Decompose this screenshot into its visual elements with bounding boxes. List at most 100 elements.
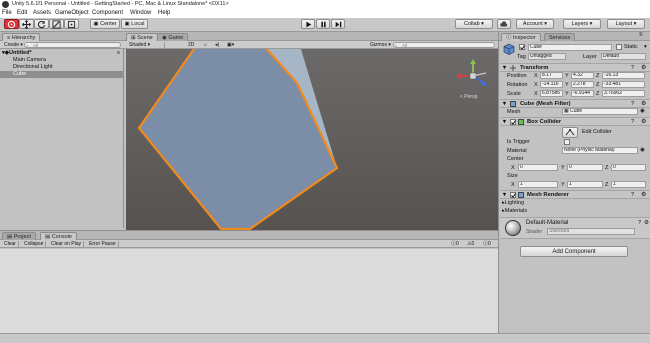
mesh-renderer-enabled-checkbox[interactable] [510,192,516,198]
static-checkbox[interactable] [616,44,622,50]
menu-gameobject[interactable]: GameObject [55,10,89,16]
cloud-button[interactable] [497,19,511,29]
object-picker-icon[interactable]: ◉ [640,147,645,153]
lighting-toggle-icon[interactable]: ☼ [201,42,210,48]
mesh-field[interactable]: ▦ Cube [562,108,638,115]
transform-header[interactable]: ▾ Transform ? ⚙ [500,63,650,72]
scene-options-icon[interactable]: ≡ [117,50,120,57]
tab-services[interactable]: Services [544,33,576,41]
hierarchy-item-cube[interactable]: Cube [0,71,123,78]
gear-icon[interactable]: ⚙ [641,100,646,108]
effects-toggle-icon[interactable]: ▣▾ [225,42,236,48]
perspective-label[interactable]: < Persp [460,94,477,100]
clear-button[interactable]: Clear [2,241,19,247]
shading-mode-dropdown[interactable]: Shaded ▾ [127,42,165,48]
scene-search-input[interactable]: All [393,42,495,48]
collapse-button[interactable]: Collapse [22,241,47,247]
help-icon[interactable]: ? [638,220,641,226]
mesh-filter-header[interactable]: ▾ Cube (Mesh Filter) ? ⚙ [500,99,650,108]
step-button[interactable] [331,19,345,29]
hand-tool-button[interactable] [4,19,19,29]
lighting-foldout[interactable]: ▸Lighting [502,200,524,206]
gear-icon[interactable]: ⚙ [644,220,649,226]
audio-toggle-icon[interactable]: ◂) [213,42,221,48]
collab-button[interactable]: Collab ▾ [455,19,493,29]
static-dropdown-icon[interactable]: ▾ [644,44,647,50]
center-y-field[interactable]: 0 [567,164,603,171]
box-collider-enabled-checkbox[interactable] [510,119,516,125]
size-x-field[interactable]: 1 [518,181,558,188]
position-x-field[interactable]: 8.17 [540,72,563,79]
hierarchy-item-main-camera[interactable]: Main Camera [0,57,123,64]
console-log-area[interactable] [0,249,498,334]
help-icon[interactable]: ? [631,191,634,199]
center-z-field[interactable]: 0 [611,164,646,171]
scale-x-field[interactable]: 6.87586 [540,90,563,97]
hierarchy-item-directional-light[interactable]: Directional Light [0,64,123,71]
add-component-button[interactable]: Add Component [520,246,628,257]
pivot-space-toggle[interactable]: ▣ Local [121,19,148,29]
scale-y-field[interactable]: -6.9144 [571,90,594,97]
position-z-field[interactable]: -16.13 [602,72,645,79]
help-icon[interactable]: ? [631,64,634,72]
menu-file[interactable]: File [2,10,12,16]
menu-window[interactable]: Window [130,10,151,16]
rotation-x-field[interactable]: -14.116 [540,81,563,88]
mesh-renderer-header[interactable]: ▾ Mesh Renderer ? ⚙ [500,190,650,199]
gear-icon[interactable]: ⚙ [641,118,646,126]
position-y-field[interactable]: 4.32 [571,72,594,79]
panel-menu-icon[interactable]: ≡ [639,32,643,38]
hierarchy-search-input[interactable]: All [24,42,121,48]
help-icon[interactable]: ? [631,118,634,126]
move-tool-button[interactable] [19,19,34,29]
size-z-field[interactable]: 1 [611,181,646,188]
account-dropdown[interactable]: Account ▾ [516,19,554,29]
help-icon[interactable]: ? [631,100,634,108]
pause-button[interactable] [316,19,330,29]
gizmos-dropdown[interactable]: Gizmos ▾ [368,42,393,48]
rotation-y-field[interactable]: 2.278 [571,81,594,88]
rotation-z-field[interactable]: -33.481 [602,81,645,88]
error-pause-button[interactable]: Error Pause [87,241,119,247]
tab-inspector[interactable]: ⓘ Inspector [501,33,541,41]
shader-dropdown[interactable]: Standard [547,228,635,235]
active-checkbox[interactable] [519,44,525,50]
gear-icon[interactable]: ⚙ [641,64,646,72]
rect-tool-button[interactable] [64,19,79,29]
scene-root-item[interactable]: ▾◆Untitled* ≡ [0,50,123,57]
clear-on-play-button[interactable]: Clear on Play [49,241,85,247]
layer-dropdown[interactable]: Default [601,53,646,60]
scale-z-field[interactable]: 3.76902 [602,90,645,97]
collider-material-field[interactable]: None (Physic Material) [562,147,638,154]
scale-tool-button[interactable] [49,19,64,29]
box-collider-header[interactable]: ▾ Box Collider ? ⚙ [500,117,650,126]
tab-project[interactable]: ▤ Project [2,232,36,240]
size-y-field[interactable]: 1 [567,181,603,188]
error-count-toggle[interactable]: ⓘ0 [481,241,493,247]
orientation-gizmo[interactable] [456,59,490,93]
object-name-input[interactable]: Cube [528,44,612,51]
log-count-toggle[interactable]: ⓘ0 [449,241,461,247]
tab-scene[interactable]: ⊞ Scene [126,33,158,41]
edit-collider-button[interactable] [562,127,578,138]
rotate-tool-button[interactable] [34,19,49,29]
tab-game[interactable]: ◉ Game [157,33,189,41]
pivot-center-toggle[interactable]: ▣ Center [90,19,120,29]
create-button[interactable]: Create ▾ [2,42,25,48]
menu-help[interactable]: Help [158,10,170,16]
warning-count-toggle[interactable]: ⚠0 [465,241,476,247]
tab-hierarchy[interactable]: ≡ Hierarchy [2,33,41,41]
is-trigger-checkbox[interactable] [564,139,570,145]
layers-dropdown[interactable]: Layers ▾ [563,19,601,29]
menu-assets[interactable]: Assets [33,10,51,16]
tag-dropdown[interactable]: Untagged [528,53,566,60]
gear-icon[interactable]: ⚙ [641,191,646,199]
materials-foldout[interactable]: ▸Materials [502,208,527,214]
object-picker-icon[interactable]: ◉ [640,108,645,114]
layout-dropdown[interactable]: Layout ▾ [607,19,645,29]
menu-edit[interactable]: Edit [17,10,27,16]
tab-console[interactable]: ▤ Console [40,232,77,240]
scene-viewport[interactable]: < Persp [126,49,498,230]
menu-component[interactable]: Component [92,10,123,16]
center-x-field[interactable]: 0 [518,164,558,171]
